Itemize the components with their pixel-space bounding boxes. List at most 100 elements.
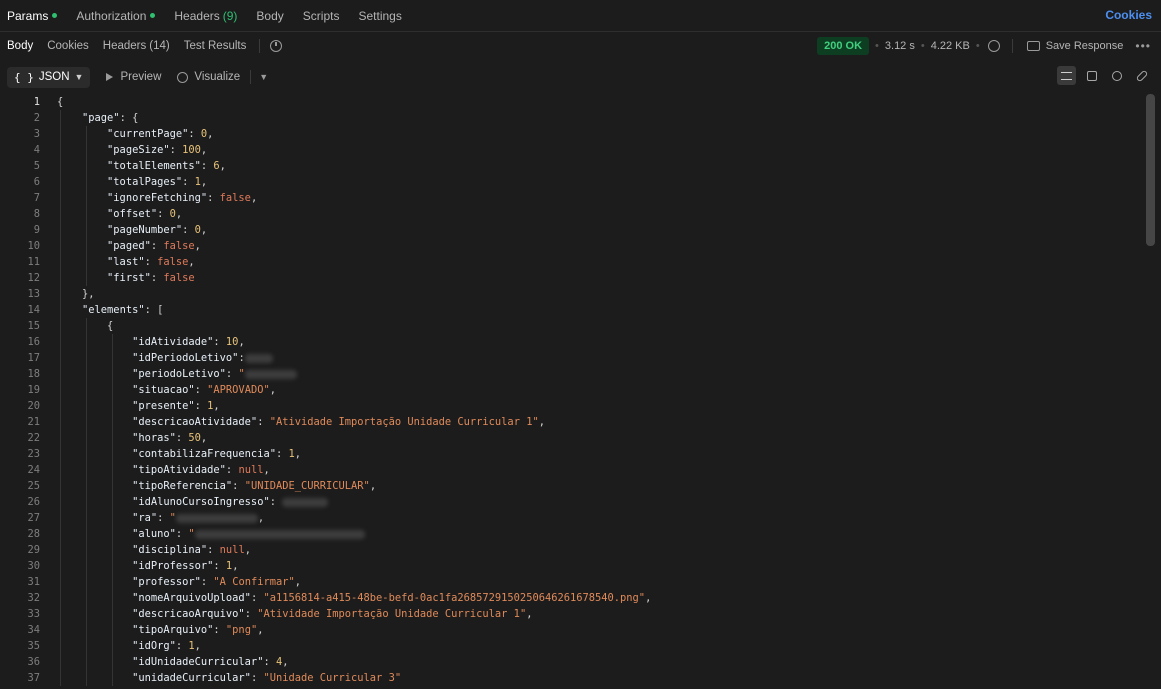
tab-params[interactable]: Params: [7, 0, 58, 31]
code-line: 7 "ignoreFetching": false,: [0, 190, 1143, 206]
code-text: "descricaoAtividade": "Atividade Importa…: [40, 414, 545, 430]
more-options-icon[interactable]: •••: [1135, 39, 1151, 53]
copy-button[interactable]: [1082, 66, 1101, 85]
token: 50: [188, 432, 201, 444]
code-line: 12 "first": false: [0, 270, 1143, 286]
code-text: {: [40, 318, 113, 334]
token: ,: [269, 384, 276, 396]
indent-guide: [86, 430, 87, 446]
save-response-button[interactable]: Save Response: [1046, 40, 1124, 52]
code-line: 36 "idUnidadeCurricular": 4,: [0, 654, 1143, 670]
code-text: "totalElements": 6,: [40, 158, 226, 174]
response-tab-test-results[interactable]: Test Results: [184, 31, 247, 60]
code-line: 10 "paged": false,: [0, 238, 1143, 254]
token: "A Confirmar": [213, 576, 295, 588]
token: ,: [538, 416, 545, 428]
line-number: 5: [33, 160, 40, 172]
response-tab-cookies[interactable]: Cookies: [47, 31, 89, 60]
code-text: "pageNumber": 0,: [40, 222, 207, 238]
preview-button[interactable]: Preview: [106, 71, 161, 83]
line-number: 16: [27, 336, 40, 348]
code-line: 1{: [0, 94, 1143, 110]
visualize-button[interactable]: Visualize: [177, 71, 240, 83]
code-text: "horas": 50,: [40, 430, 207, 446]
search-button[interactable]: [1107, 66, 1126, 85]
token: "first": [107, 272, 151, 284]
token: "idOrg": [132, 640, 176, 652]
code-text: "disciplina": null,: [40, 542, 251, 558]
line-number: 31: [27, 576, 40, 588]
token: :: [269, 496, 283, 508]
view-bar: { } JSON ▼ Preview Visualize ▼: [0, 62, 1161, 92]
line-number: 30: [27, 560, 40, 572]
token: ,: [200, 224, 208, 236]
indent-guide: [86, 510, 87, 526]
visualize-dropdown-chevron-icon[interactable]: ▼: [259, 72, 268, 82]
indent-guide: [60, 542, 61, 558]
indent-guide: [60, 270, 61, 286]
token: "horas": [132, 432, 176, 444]
indent-guide: [86, 446, 87, 462]
token: {: [107, 320, 114, 332]
tab-body[interactable]: Body: [256, 0, 283, 31]
line-number: 28: [27, 528, 40, 540]
token: ": [238, 368, 245, 380]
format-dropdown[interactable]: { } JSON ▼: [7, 66, 91, 88]
response-tab-body[interactable]: Body: [7, 31, 33, 60]
token: ": [188, 528, 195, 540]
vertical-scrollbar[interactable]: [1146, 94, 1155, 689]
network-globe-icon[interactable]: [987, 39, 1000, 52]
code-line: 2 "page": {: [0, 110, 1143, 126]
link-button[interactable]: [1132, 66, 1151, 85]
token: ,: [200, 432, 208, 444]
indent-guide: [86, 478, 87, 494]
token: ,: [526, 608, 533, 620]
indent-guide: [60, 574, 61, 590]
line-number: 19: [27, 384, 40, 396]
indent-guide: [86, 414, 87, 430]
history-icon[interactable]: [270, 39, 283, 52]
response-time[interactable]: 3.12 s: [885, 40, 915, 52]
indent-guide: [86, 366, 87, 382]
code-text: "idOrg": 1,: [40, 638, 201, 654]
code-line: 19 "situacao": "APROVADO",: [0, 382, 1143, 398]
code-line: 21 "descricaoAtividade": "Atividade Impo…: [0, 414, 1143, 430]
indent-guide: [86, 126, 87, 142]
indent-guide: [112, 366, 113, 382]
token: "professor": [132, 576, 201, 588]
tab-settings[interactable]: Settings: [358, 0, 401, 31]
braces-icon: { }: [14, 70, 34, 84]
cookies-link[interactable]: Cookies: [1105, 0, 1152, 31]
code-line: 17 "idPeriodoLetivo":: [0, 350, 1143, 366]
token: :: [175, 528, 189, 540]
visualize-icon: [177, 71, 189, 83]
status-badge[interactable]: 200 OK: [817, 36, 870, 55]
tab-headers[interactable]: Headers (9): [174, 0, 237, 31]
indent-guide: [112, 606, 113, 622]
response-size[interactable]: 4.22 KB: [931, 40, 970, 52]
tab-authorization[interactable]: Authorization: [76, 0, 156, 31]
token: :: [200, 160, 214, 172]
response-body-editor[interactable]: 1{2 "page": {3 "currentPage": 0, 4 "pageS…: [0, 94, 1143, 689]
scrollbar-thumb[interactable]: [1146, 94, 1155, 246]
token: : [: [144, 304, 164, 316]
tab-label: Authorization: [76, 8, 147, 23]
code-line: 5 "totalElements": 6,: [0, 158, 1143, 174]
code-line: 32 "nomeArquivoUpload": "a1156814-a415-4…: [0, 590, 1143, 606]
search-icon: [1111, 70, 1122, 81]
indent-guide: [86, 206, 87, 222]
indent-guide: [60, 430, 61, 446]
wrap-lines-button[interactable]: [1057, 66, 1076, 85]
tab-scripts[interactable]: Scripts: [303, 0, 340, 31]
token: "descricaoAtividade": [132, 416, 258, 428]
indent-guide: [86, 670, 87, 686]
code-text: "unidadeCurricular": "Unidade Curricular…: [40, 670, 401, 686]
response-tab-headers[interactable]: Headers (14): [103, 31, 170, 60]
indent-guide: [60, 286, 61, 302]
